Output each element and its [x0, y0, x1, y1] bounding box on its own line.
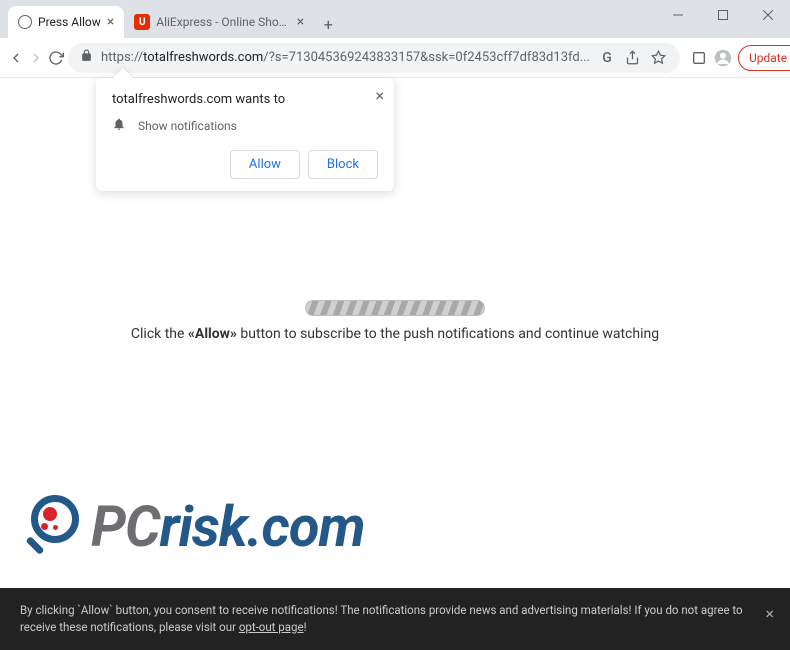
bookmark-star-icon[interactable] [650, 50, 668, 65]
tab-title: Press Allow [38, 15, 101, 29]
allow-button[interactable]: Allow [230, 150, 300, 179]
new-tab-button[interactable]: + [314, 10, 342, 38]
close-icon[interactable]: × [107, 14, 114, 30]
pcrisk-watermark: PCrisk.com [25, 494, 365, 560]
window-controls [655, 0, 790, 30]
tab-aliexpress[interactable]: U AliExpress - Online Shopping fo × [124, 6, 314, 38]
forward-button[interactable] [28, 44, 44, 72]
aliexpress-icon: U [134, 14, 150, 30]
address-bar[interactable]: https://totalfreshwords.com/?s=713045369… [68, 43, 680, 73]
window-close-button[interactable] [745, 0, 790, 30]
watermark-pc: PC [91, 494, 160, 560]
update-button[interactable]: Update ⋮ [738, 45, 790, 71]
notification-permission-dialog: × totalfreshwords.com wants to Show noti… [96, 78, 394, 191]
update-label: Update [749, 51, 787, 65]
opt-out-link[interactable]: opt-out page [239, 620, 304, 634]
profile-icon[interactable] [714, 49, 732, 67]
watermark-risk: risk.com [160, 494, 365, 560]
close-icon[interactable]: × [297, 14, 304, 30]
dialog-title: totalfreshwords.com wants to [112, 92, 378, 107]
capability-row: Show notifications [112, 117, 378, 134]
dialog-close-icon[interactable]: × [375, 86, 384, 105]
lock-icon [80, 49, 93, 66]
extensions-icon[interactable] [690, 50, 708, 66]
url-text: https://totalfreshwords.com/?s=713045369… [101, 50, 590, 65]
bell-icon [112, 117, 126, 134]
loading-area: Click the «Allow» button to subscribe to… [0, 300, 790, 342]
progress-spinner [305, 300, 485, 316]
maximize-button[interactable] [700, 0, 745, 30]
share-icon[interactable] [624, 50, 642, 65]
reload-button[interactable] [48, 44, 64, 72]
banner-close-icon[interactable]: × [765, 602, 774, 626]
magnifier-icon [25, 495, 89, 559]
tab-press-allow[interactable]: Press Allow × [8, 6, 124, 38]
capability-label: Show notifications [138, 119, 237, 133]
tab-title: AliExpress - Online Shopping fo [156, 15, 291, 29]
back-button[interactable] [8, 44, 24, 72]
consent-text: By clicking `Allow` button, you consent … [20, 603, 743, 634]
instruction-text: Click the «Allow» button to subscribe to… [0, 326, 790, 342]
globe-icon [18, 15, 32, 29]
block-button[interactable]: Block [308, 150, 378, 179]
google-icon[interactable]: G [598, 50, 616, 66]
titlebar: Press Allow × U AliExpress - Online Shop… [0, 0, 790, 38]
consent-banner: By clicking `Allow` button, you consent … [0, 588, 790, 650]
minimize-button[interactable] [655, 0, 700, 30]
